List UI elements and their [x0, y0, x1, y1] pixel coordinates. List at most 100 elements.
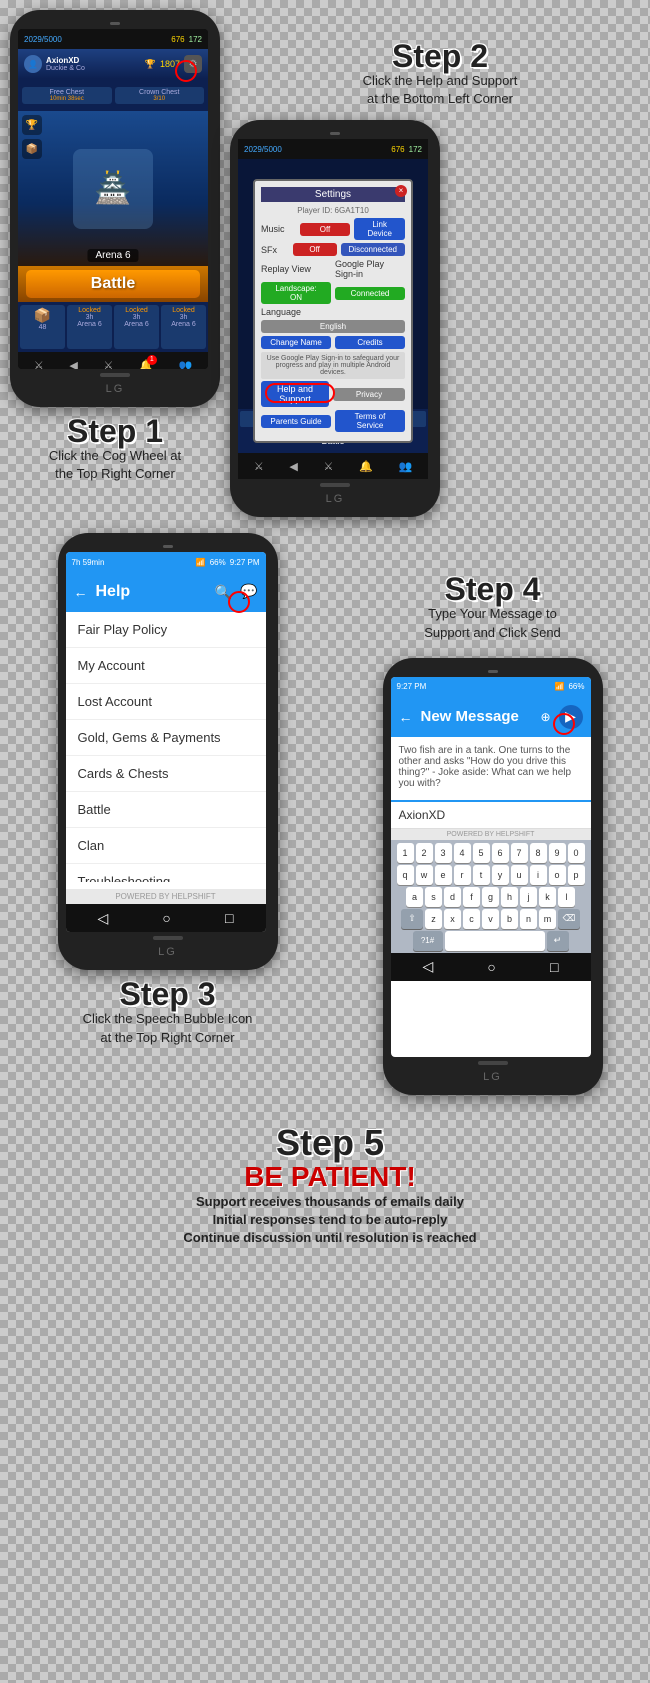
help-item-3[interactable]: Gold, Gems & Payments	[66, 720, 266, 756]
language-btn[interactable]: English	[261, 320, 405, 333]
key-4[interactable]: 4	[454, 843, 471, 863]
key-g[interactable]: g	[482, 887, 499, 907]
crown-chest-progress: 3/10	[119, 96, 201, 102]
step2-desc2: at the Bottom Left Corner	[230, 90, 650, 108]
key-r[interactable]: r	[454, 865, 471, 885]
settings-overlay: × Settings Player ID: 6GA1T10 Music Off …	[253, 179, 413, 443]
step5-section: Step 5 BE PATIENT! Support receives thou…	[10, 1115, 650, 1258]
facebook-btn[interactable]: Disconnected	[341, 243, 405, 256]
credits-btn[interactable]: Credits	[335, 336, 405, 349]
key-s[interactable]: s	[425, 887, 442, 907]
key-i[interactable]: i	[530, 865, 547, 885]
nav-home-icon[interactable]: ○	[162, 910, 170, 926]
parents-guide-btn[interactable]: Parents Guide	[261, 415, 331, 428]
key-3[interactable]: 3	[435, 843, 452, 863]
key-p[interactable]: p	[568, 865, 585, 885]
phone3-screen: 7h 59min 📶 66% 9:27 PM ← Help 🔍 💬	[66, 552, 266, 932]
help-title: Help	[96, 583, 207, 601]
return-key[interactable]: ↵	[547, 931, 569, 951]
music-off-btn[interactable]: Off	[300, 223, 351, 236]
key-t[interactable]: t	[473, 865, 490, 885]
message-input[interactable]: Two fish are in a tank. One turns to the…	[391, 737, 591, 802]
key-k[interactable]: k	[539, 887, 556, 907]
step1-label-area: Step 1 Click the Cog Wheel at the Top Ri…	[49, 415, 181, 483]
nav-back-icon[interactable]: ◁	[98, 910, 109, 927]
name-field[interactable]: AxionXD	[391, 802, 591, 829]
keyboard: 1 2 3 4 5 6 7 8 9 0 q	[391, 840, 591, 953]
help-item-5[interactable]: Battle	[66, 792, 266, 828]
key-y[interactable]: y	[492, 865, 509, 885]
help-item-6[interactable]: Clan	[66, 828, 266, 864]
change-name-btn[interactable]: Change Name	[261, 336, 331, 349]
clan-name: Duckie & Co	[46, 65, 85, 72]
key-a[interactable]: a	[406, 887, 423, 907]
replay-label: Replay View	[261, 264, 331, 274]
attach-icon[interactable]: ⊕	[540, 710, 550, 724]
key-m[interactable]: m	[539, 909, 556, 929]
key-h[interactable]: h	[501, 887, 518, 907]
key-8[interactable]: 8	[530, 843, 547, 863]
key-f[interactable]: f	[463, 887, 480, 907]
nav-home-icon-4[interactable]: ○	[487, 959, 495, 975]
phone-brand-3: LG	[66, 946, 270, 958]
nav-back-icon-4[interactable]: ◁	[423, 958, 434, 975]
msg-back-icon[interactable]: ←	[399, 709, 413, 725]
key-7[interactable]: 7	[511, 843, 528, 863]
key-0[interactable]: 0	[568, 843, 585, 863]
settings-player-id: Player ID: 6GA1T10	[261, 206, 405, 215]
space-key[interactable]	[445, 931, 545, 951]
key-u[interactable]: u	[511, 865, 528, 885]
terms-btn[interactable]: Terms of Service	[335, 410, 405, 432]
help-item-2[interactable]: Lost Account	[66, 684, 266, 720]
step1-number: Step 1	[49, 415, 181, 447]
help-item-0[interactable]: Fair Play Policy	[66, 612, 266, 648]
key-w[interactable]: w	[416, 865, 433, 885]
help-item-1[interactable]: My Account	[66, 648, 266, 684]
key-b[interactable]: b	[501, 909, 518, 929]
player-name: AxionXD	[46, 56, 85, 65]
connected-btn[interactable]: Connected	[335, 287, 405, 300]
key-e[interactable]: e	[435, 865, 452, 885]
sfx-label: SFx	[261, 245, 289, 255]
phone-step1: 2029/5000 676 172 👤 Ax	[10, 10, 220, 407]
gear-highlight	[175, 60, 197, 82]
step5-number: Step 5	[30, 1125, 630, 1161]
sfx-off-btn[interactable]: Off	[293, 243, 337, 256]
key-6[interactable]: 6	[492, 843, 509, 863]
privacy-btn[interactable]: Privacy	[333, 388, 405, 401]
battle-button[interactable]: Battle	[26, 270, 200, 298]
del-key[interactable]: ⌫	[558, 909, 580, 929]
nav-recent-icon-4[interactable]: □	[550, 959, 558, 975]
phone-step3: 7h 59min 📶 66% 9:27 PM ← Help 🔍 💬	[58, 533, 278, 970]
settings-title: Settings	[261, 187, 405, 202]
key-l[interactable]: l	[558, 887, 575, 907]
key-1[interactable]: 1	[397, 843, 414, 863]
key-5[interactable]: 5	[473, 843, 490, 863]
step2-number: Step 2	[230, 40, 650, 72]
key-o[interactable]: o	[549, 865, 566, 885]
phone-step2: 2029/5000 676 172 × Settings Player ID: …	[230, 120, 440, 517]
back-arrow-icon[interactable]: ←	[74, 584, 88, 600]
help-item-7[interactable]: Troubleshooting	[66, 864, 266, 882]
key-q[interactable]: q	[397, 865, 414, 885]
key-2[interactable]: 2	[416, 843, 433, 863]
key-9[interactable]: 9	[549, 843, 566, 863]
key-x[interactable]: x	[444, 909, 461, 929]
nav-recent-icon[interactable]: □	[225, 910, 233, 926]
settings-close-btn[interactable]: ×	[395, 185, 407, 197]
sym-key[interactable]: ?1#	[413, 931, 443, 951]
key-v[interactable]: v	[482, 909, 499, 929]
key-z[interactable]: z	[425, 909, 442, 929]
key-d[interactable]: d	[444, 887, 461, 907]
key-n[interactable]: n	[520, 909, 537, 929]
help-support-highlight	[265, 383, 335, 403]
link-device-btn[interactable]: Link Device	[354, 218, 405, 240]
step1-desc1: Click the Cog Wheel at	[49, 447, 181, 465]
step1-section: 2029/5000 676 172 👤 Ax	[10, 10, 220, 517]
landscape-btn[interactable]: Landscape: ON	[261, 282, 331, 304]
key-c[interactable]: c	[463, 909, 480, 929]
new-message-title: New Message	[421, 708, 533, 725]
key-j[interactable]: j	[520, 887, 537, 907]
help-item-4[interactable]: Cards & Chests	[66, 756, 266, 792]
shift-key[interactable]: ⇧	[401, 909, 423, 929]
